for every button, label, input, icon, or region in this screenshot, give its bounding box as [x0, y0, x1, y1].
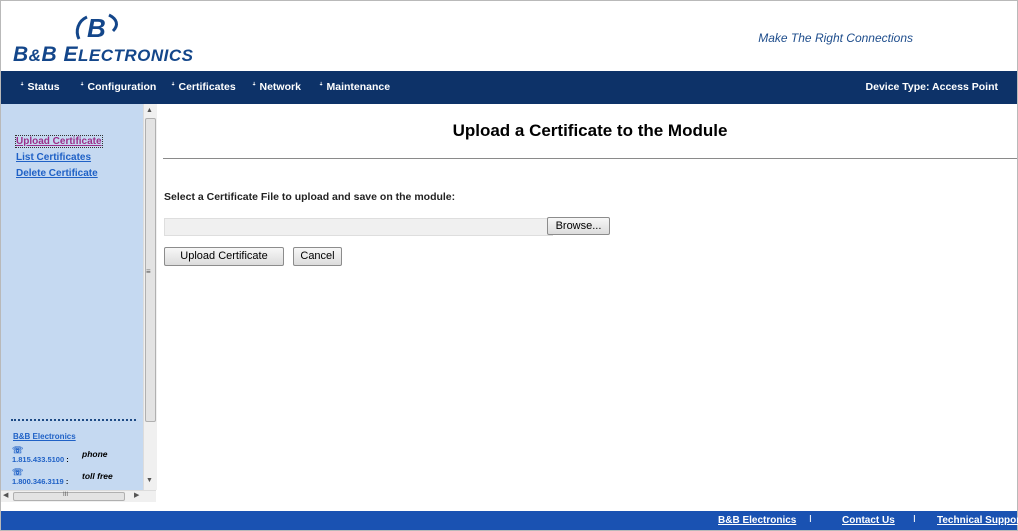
logo-wordmark: B&B ELECTRONICS — [13, 43, 193, 67]
nav-status-label: Status — [27, 81, 60, 93]
logo-amp: & — [28, 46, 42, 65]
logo-small: LECTRONICS — [77, 46, 194, 65]
footer-link-bb-electronics[interactable]: B&B Electronics — [718, 515, 796, 526]
contact-phone-label: phone — [82, 449, 108, 459]
double-chevron-down-icon: ꜜ — [171, 82, 176, 92]
logo-mark-letter: B — [87, 13, 106, 41]
page-title: Upload a Certificate to the Module — [452, 121, 728, 140]
certificate-file-input[interactable] — [164, 218, 553, 236]
nav-maintenance[interactable]: ꜜ Maintenance — [319, 71, 390, 104]
double-chevron-down-icon: ꜜ — [319, 82, 324, 92]
nav-configuration-label: Configuration — [87, 81, 157, 93]
footer: B&B Electronics I Contact Us I Technical… — [1, 511, 1018, 530]
sidebar-content: Upload Certificate List Certificates Del… — [1, 104, 143, 489]
tagline: Make The Right Connections — [758, 31, 913, 45]
page: B B&B ELECTRONICS Make The Right Connect… — [0, 0, 1018, 531]
scroll-left-arrow-icon[interactable]: ◀ — [3, 491, 8, 500]
double-chevron-down-icon: ꜜ — [20, 82, 25, 92]
nav-network-label: Network — [259, 81, 301, 93]
double-chevron-down-icon: ꜜ — [252, 82, 257, 92]
footer-link-technical-support[interactable]: Technical Support — [937, 515, 1018, 526]
upload-prompt: Select a Certificate File to upload and … — [164, 191, 456, 203]
footer-link-contact-us[interactable]: Contact Us — [842, 515, 895, 526]
cancel-button[interactable]: Cancel — [293, 247, 342, 266]
sidebar-divider — [11, 419, 136, 421]
contact-phone: ☏ 1.815.433.5100 : — [12, 445, 69, 465]
brand-logo[interactable]: B B&B ELECTRONICS — [13, 13, 203, 67]
upload-certificate-button[interactable]: Upload Certificate — [164, 247, 284, 266]
phone-icon: ☏ — [12, 445, 24, 455]
top-nav: ꜜ Status ꜜ Configuration ꜜ Certificates ꜜ Ne… — [1, 71, 1017, 104]
logo-b1: B — [13, 43, 29, 66]
nav-status[interactable]: ꜜ Status — [20, 71, 60, 104]
contact-toll-free: ☏ 1.800.346.3119 : — [12, 467, 69, 487]
header: B B&B ELECTRONICS Make The Right Connect… — [1, 1, 1017, 71]
browse-button[interactable]: Browse... — [547, 217, 610, 235]
contact-tollfree-sep: : — [65, 477, 69, 486]
footer-separator: I — [913, 514, 916, 525]
contact-phone-number: 1.815.433.5100 — [12, 455, 65, 464]
sidebar-company-link[interactable]: B&B Electronics — [13, 432, 76, 441]
scroll-right-arrow-icon[interactable]: ▶ — [134, 491, 139, 500]
nav-certificates[interactable]: ꜜ Certificates — [171, 71, 236, 104]
nav-network[interactable]: ꜜ Network — [252, 71, 301, 104]
sidebar-horizontal-scroll-thumb[interactable] — [13, 492, 125, 501]
scroll-down-arrow-icon[interactable]: ▼ — [146, 476, 153, 485]
contact-phone-sep: : — [66, 455, 69, 464]
contact-tollfree-number: 1.800.346.3119 — [12, 477, 64, 486]
nav-maintenance-label: Maintenance — [326, 81, 391, 93]
contact-tollfree-label: toll free — [82, 471, 113, 481]
nav-certificates-label: Certificates — [178, 81, 236, 93]
sidebar-link-upload-certificate[interactable]: Upload Certificate — [15, 135, 103, 148]
scroll-grip-icon: ≡ — [146, 267, 151, 276]
nav-configuration[interactable]: ꜜ Configuration — [80, 71, 156, 104]
footer-separator: I — [809, 514, 812, 525]
sidebar: Upload Certificate List Certificates Del… — [1, 104, 157, 502]
title-divider — [163, 158, 1017, 159]
logo-b2: B E — [41, 43, 78, 66]
sidebar-link-list-certificates[interactable]: List Certificates — [16, 152, 91, 163]
scroll-up-arrow-icon[interactable]: ▲ — [146, 106, 153, 115]
double-chevron-down-icon: ꜜ — [80, 82, 85, 92]
phone-icon: ☏ — [12, 467, 24, 477]
logo-mark-icon: B — [75, 13, 118, 41]
device-type-label: Device Type: Access Point — [865, 81, 998, 93]
sidebar-link-delete-certificate[interactable]: Delete Certificate — [16, 168, 98, 179]
scroll-grip-icon: III — [63, 492, 69, 498]
